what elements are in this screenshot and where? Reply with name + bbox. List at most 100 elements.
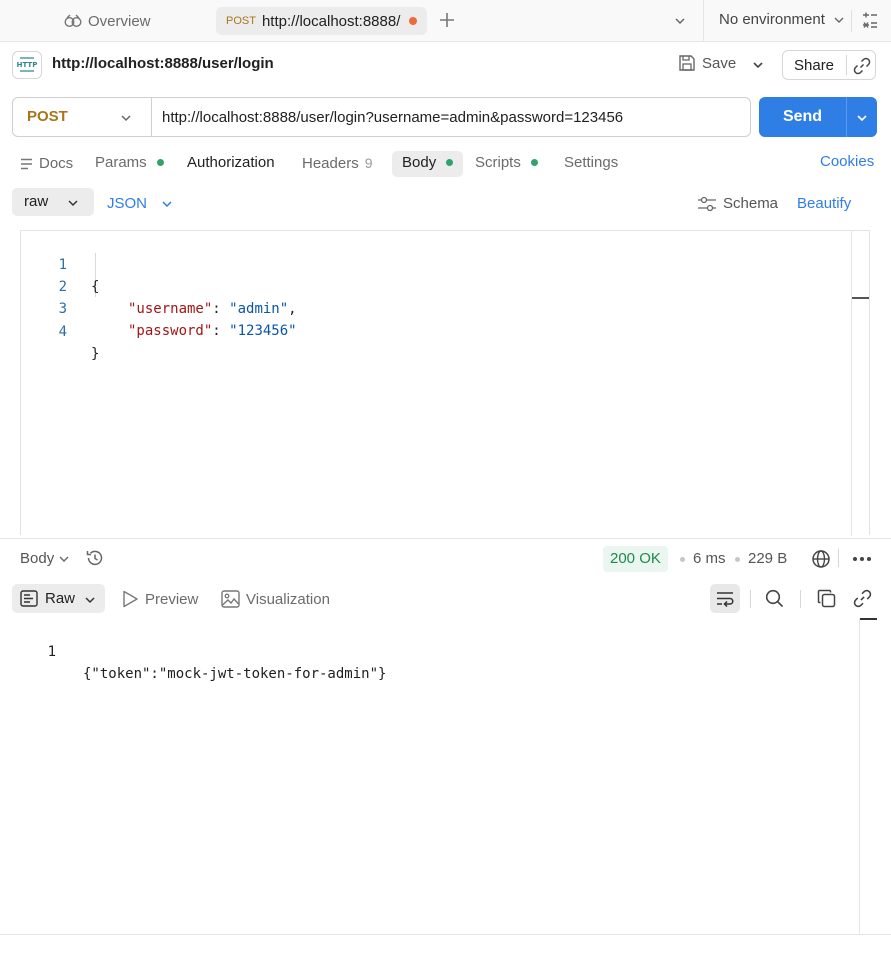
environment-label: No environment — [719, 11, 825, 28]
status-dot — [530, 158, 538, 166]
tab-url: http://localhost:8888/ — [261, 12, 401, 30]
json-key: "username" — [128, 301, 213, 317]
response-body-selector[interactable]: Body — [20, 550, 70, 567]
language-selector[interactable]: JSON — [107, 195, 173, 212]
line-number: 4 — [58, 324, 67, 340]
separator-dot — [735, 557, 740, 562]
chevron-down-icon — [67, 197, 79, 209]
send-label: Send — [782, 108, 823, 125]
tab-docs[interactable]: Docs — [20, 151, 73, 177]
tab-scripts-label: Scripts — [475, 154, 521, 171]
tab-strip: Overview POST http://localhost:8888/ No … — [0, 0, 891, 42]
tab-params[interactable]: Params — [95, 151, 164, 177]
response-size[interactable]: 229 B — [748, 550, 787, 567]
history-icon[interactable] — [85, 548, 105, 568]
save-button[interactable]: Save — [678, 54, 736, 72]
divider — [846, 97, 847, 137]
chevron-down-icon — [161, 198, 173, 210]
url-input[interactable] — [161, 98, 746, 136]
chevron-down-icon — [751, 58, 765, 72]
cookies-link[interactable]: Cookies — [820, 153, 874, 170]
save-options-button[interactable] — [751, 58, 765, 72]
raw-view-label: Raw — [45, 590, 76, 607]
body-mode-label: raw — [24, 193, 49, 210]
share-label: Share — [794, 57, 835, 74]
response-line: 1 {"token":"mock-jwt-token-for-admin"} — [20, 619, 387, 682]
save-icon — [678, 54, 696, 72]
play-icon — [122, 590, 139, 608]
schema-label: Schema — [723, 195, 779, 212]
divider — [750, 590, 751, 608]
tab-params-label: Params — [95, 154, 147, 171]
plus-icon — [437, 10, 457, 30]
share-button[interactable]: Share — [782, 50, 876, 80]
new-tab-button[interactable] — [437, 10, 457, 30]
code-line: 3 "password": "123456" — [21, 276, 297, 339]
tab-settings-label: Settings — [564, 154, 619, 171]
save-label: Save — [702, 54, 737, 72]
tab-body[interactable]: Body — [392, 151, 464, 177]
json-key: "password" — [128, 323, 213, 339]
response-view-selector[interactable]: Raw — [12, 584, 105, 613]
search-icon[interactable] — [765, 589, 784, 608]
divider — [800, 590, 801, 608]
overview-icon — [64, 14, 82, 28]
link-icon[interactable] — [853, 589, 872, 608]
code-line: 4 } — [21, 299, 100, 362]
chevron-down-icon — [84, 594, 96, 606]
divider — [851, 10, 852, 32]
chevron-down-icon[interactable] — [855, 111, 869, 125]
code-text: "username": "admin", — [128, 298, 297, 320]
beautify-button[interactable]: Beautify — [797, 195, 851, 212]
tab-overview[interactable]: Overview — [64, 9, 151, 33]
status-badge[interactable]: 200 OK — [603, 546, 668, 572]
variables-button[interactable] — [862, 12, 878, 30]
json-colon: : — [212, 301, 230, 317]
status-dot — [156, 158, 164, 166]
method-selector[interactable]: POST — [13, 98, 152, 136]
svg-text:HTTP: HTTP — [17, 61, 38, 69]
line-number: 1 — [47, 644, 56, 660]
scroll-marker — [852, 297, 869, 299]
divider — [0, 538, 891, 539]
scroll-marker — [860, 618, 877, 620]
editor-scrollbar[interactable] — [851, 231, 852, 536]
request-title[interactable]: http://localhost:8888/user/login — [52, 55, 274, 72]
wrap-lines-button[interactable] — [710, 584, 740, 613]
response-time[interactable]: 6 ms — [693, 550, 726, 567]
copy-icon[interactable] — [817, 589, 836, 608]
divider — [846, 55, 847, 75]
calculator-icon — [862, 12, 878, 30]
tab-headers-label: Headers — [302, 155, 359, 172]
json-comma: , — [288, 301, 297, 317]
body-mode-selector[interactable]: raw — [12, 188, 94, 216]
send-button[interactable]: Send — [759, 97, 877, 137]
more-icon[interactable] — [852, 556, 872, 562]
separator-dot — [680, 557, 685, 562]
tab-overview-label: Overview — [88, 12, 151, 30]
headers-count: 9 — [364, 155, 373, 171]
chevron-down-icon — [833, 14, 845, 26]
visualization-button[interactable]: Visualization — [221, 590, 330, 608]
preview-button[interactable]: Preview — [122, 590, 198, 608]
response-scrollbar[interactable] — [859, 618, 860, 934]
tab-authorization-label: Authorization — [187, 154, 275, 171]
environment-selector[interactable]: No environment — [719, 11, 845, 28]
schema-button[interactable]: Schema — [697, 195, 778, 212]
body-editor[interactable]: 1 { 2 "username": "admin", 3 "password":… — [20, 230, 870, 536]
link-icon[interactable] — [853, 57, 871, 75]
unsaved-dot — [409, 17, 417, 25]
schema-icon — [697, 196, 717, 212]
tab-scripts[interactable]: Scripts — [475, 151, 538, 177]
tab-docs-label: Docs — [39, 155, 74, 172]
code-text: "password": "123456" — [128, 320, 297, 342]
globe-icon[interactable] — [811, 549, 831, 569]
tab-settings[interactable]: Settings — [564, 151, 618, 177]
response-content: {"token":"mock-jwt-token-for-admin"} — [83, 666, 387, 682]
tabs-dropdown-button[interactable] — [673, 14, 687, 28]
tab-request-active[interactable]: POST http://localhost:8888/ — [216, 7, 427, 35]
raw-view-icon — [20, 590, 38, 607]
tab-authorization[interactable]: Authorization — [187, 151, 275, 177]
json-value: "123456" — [229, 323, 297, 339]
tab-headers[interactable]: Headers 9 — [302, 151, 373, 177]
